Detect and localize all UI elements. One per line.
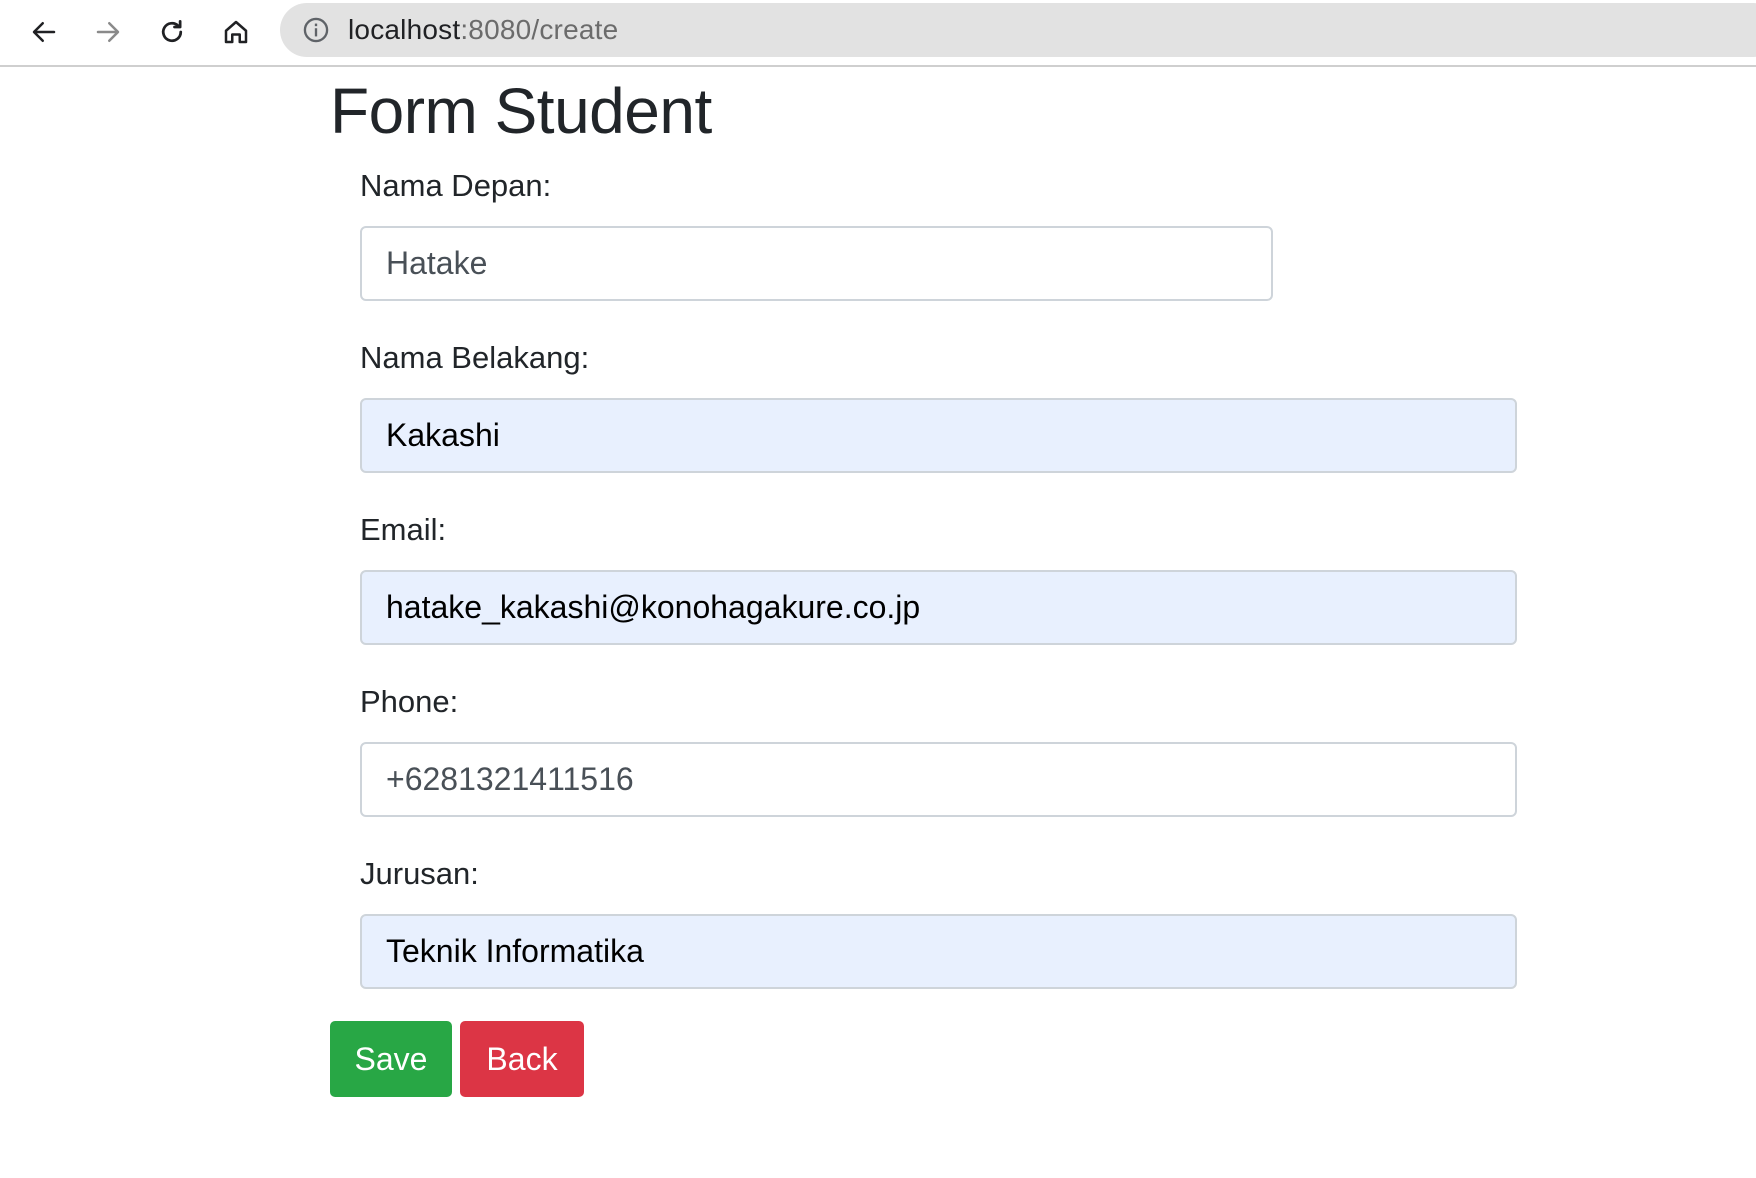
forward-arrow-icon[interactable] [86, 10, 130, 54]
save-button[interactable]: Save [330, 1021, 452, 1097]
back-button[interactable]: Back [460, 1021, 584, 1097]
major-input[interactable] [360, 914, 1517, 989]
email-label: Email: [360, 512, 447, 547]
major-label: Jurusan: [360, 856, 479, 891]
phone-label: Phone: [360, 684, 459, 719]
first-name-input[interactable] [360, 226, 1273, 301]
reload-icon[interactable] [150, 10, 194, 54]
browser-toolbar: localhost:8080/create [0, 0, 1756, 67]
email-input[interactable] [360, 570, 1517, 645]
url-host: localhost [348, 14, 461, 45]
url-path: :8080/create [460, 14, 619, 45]
phone-input[interactable] [360, 742, 1517, 817]
url-text: localhost:8080/create [348, 3, 618, 57]
back-arrow-icon[interactable] [22, 10, 66, 54]
first-name-label: Nama Depan: [360, 168, 552, 203]
address-bar[interactable]: localhost:8080/create [280, 3, 1756, 57]
last-name-label: Nama Belakang: [360, 340, 590, 375]
page-title: Form Student [330, 75, 712, 147]
info-icon[interactable] [302, 16, 330, 44]
home-icon[interactable] [214, 10, 258, 54]
last-name-input[interactable] [360, 398, 1517, 473]
